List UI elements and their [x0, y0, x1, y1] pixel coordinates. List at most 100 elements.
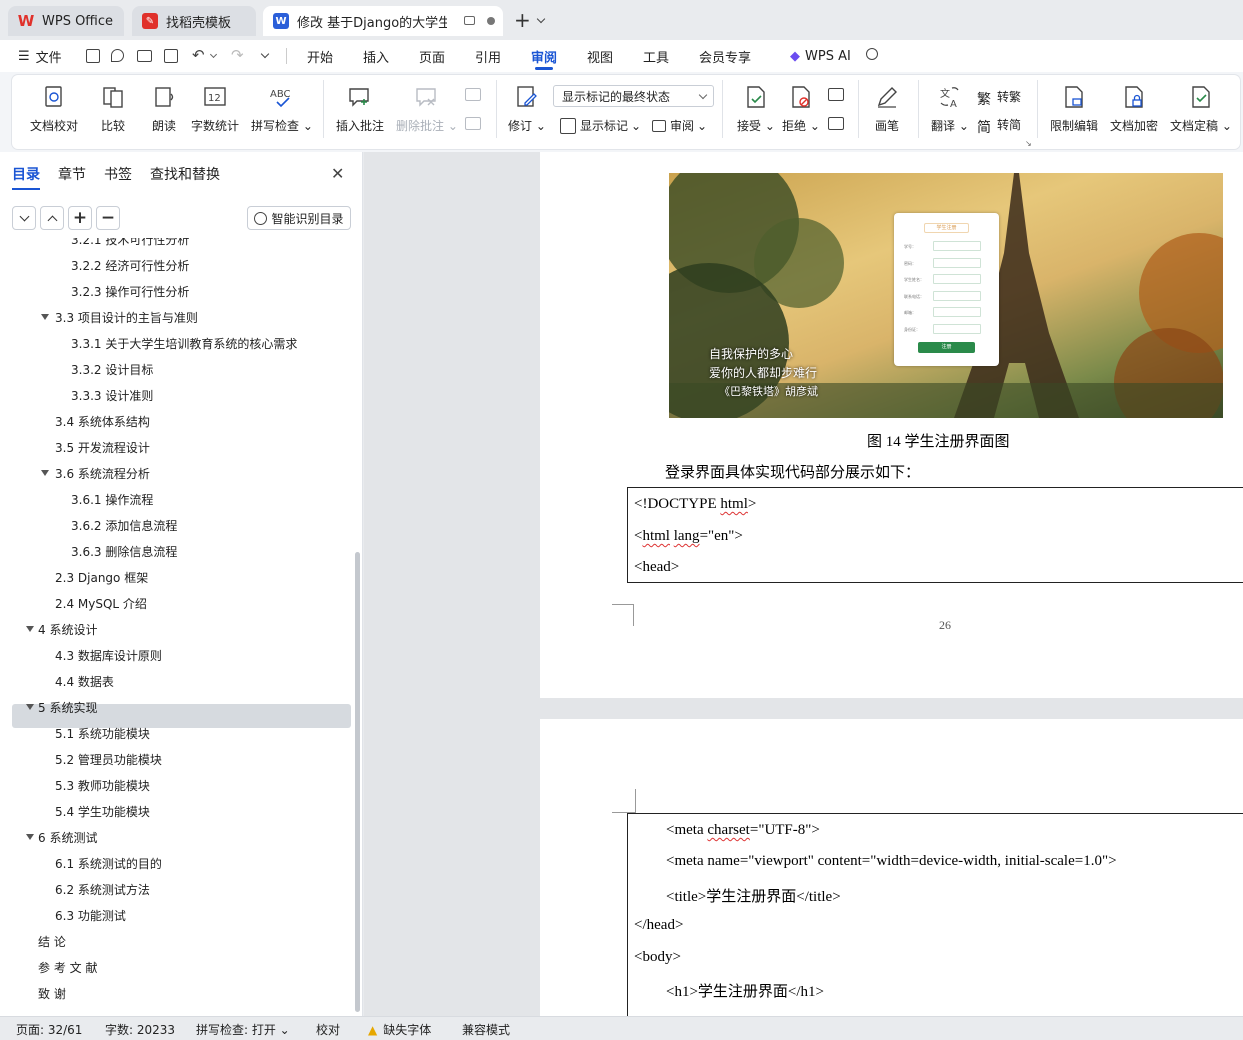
- expand-triangle-icon[interactable]: [26, 626, 34, 632]
- menu-member[interactable]: 会员专享: [699, 40, 751, 72]
- toc-item[interactable]: 5.1 系统功能模块: [0, 720, 350, 746]
- pen-button[interactable]: 画笔: [874, 84, 900, 134]
- toc-item[interactable]: 3.4 系统体系结构: [0, 408, 350, 434]
- toc-item[interactable]: 6.3 功能测试: [0, 902, 350, 928]
- encrypt-button[interactable]: 文档加密: [1110, 84, 1158, 134]
- next-change-icon[interactable]: [828, 117, 844, 130]
- spell-check-status[interactable]: 拼写检查: 打开 ⌄: [196, 1021, 290, 1038]
- toc-item[interactable]: 3.3.2 设计目标: [0, 356, 350, 382]
- menu-page[interactable]: 页面: [419, 40, 445, 72]
- toc-item[interactable]: 3.2.1 技术可行性分析: [0, 238, 350, 252]
- menu-view[interactable]: 视图: [587, 40, 613, 72]
- toc-item[interactable]: 结 论: [0, 928, 350, 954]
- toc-item[interactable]: 3.6 系统流程分析: [0, 460, 350, 486]
- tab-find-replace[interactable]: 查找和替换: [150, 164, 220, 184]
- expand-up-button[interactable]: [40, 206, 64, 230]
- wps-ai-button[interactable]: ◆ WPS AI: [790, 40, 851, 72]
- toc-item[interactable]: 6.1 系统测试的目的: [0, 850, 350, 876]
- expand-triangle-icon[interactable]: [41, 314, 49, 320]
- read-aloud-button[interactable]: 朗读: [151, 84, 177, 134]
- toc-item[interactable]: 3.6.2 添加信息流程: [0, 512, 350, 538]
- chevron-down-icon[interactable]: [536, 14, 546, 24]
- menu-review[interactable]: 审阅: [531, 40, 557, 72]
- restrict-edit-button[interactable]: 限制编辑: [1050, 84, 1098, 134]
- tab-docer[interactable]: ✎ 找稻壳模板: [132, 6, 256, 36]
- compare-button[interactable]: 比较: [100, 84, 126, 134]
- tab-document[interactable]: W 修改 基于Django的大学生培训: [263, 6, 503, 36]
- to-traditional-button[interactable]: 繁 转繁: [977, 88, 1021, 108]
- dialog-launcher-icon[interactable]: ↘: [1025, 139, 1032, 148]
- toc-item[interactable]: 3.2.3 操作可行性分析: [0, 278, 350, 304]
- finalize-button[interactable]: 文档定稿 ⌄: [1170, 84, 1232, 134]
- close-icon[interactable]: ✕: [331, 164, 344, 183]
- new-tab-button[interactable]: +: [514, 8, 531, 32]
- menu-home[interactable]: 开始: [307, 40, 333, 72]
- toc-item[interactable]: 4.3 数据库设计原则: [0, 642, 350, 668]
- proof-status[interactable]: 校对: [316, 1021, 340, 1038]
- word-count-button[interactable]: 12 字数统计: [191, 84, 239, 134]
- undo-icon[interactable]: ↶: [192, 46, 205, 64]
- tab-sections[interactable]: 章节: [58, 164, 86, 184]
- remove-heading-button[interactable]: −: [96, 206, 120, 230]
- tab-toc[interactable]: 目录: [12, 164, 40, 190]
- menu-insert[interactable]: 插入: [363, 40, 389, 72]
- share-icon[interactable]: [111, 49, 124, 62]
- track-changes-button[interactable]: 修订 ⌄: [508, 84, 546, 134]
- toc-item[interactable]: 5.4 学生功能模块: [0, 798, 350, 824]
- toc-item[interactable]: 5 系统实现: [0, 694, 350, 720]
- print-icon[interactable]: [137, 50, 152, 62]
- toc-item[interactable]: 3.3.3 设计准则: [0, 382, 350, 408]
- add-heading-button[interactable]: +: [68, 206, 92, 230]
- toc-item[interactable]: 3.2.2 经济可行性分析: [0, 252, 350, 278]
- prev-change-icon[interactable]: [828, 88, 844, 101]
- toc-item[interactable]: 4.4 数据表: [0, 668, 350, 694]
- save-icon[interactable]: [86, 49, 100, 63]
- toc-item[interactable]: 6.2 系统测试方法: [0, 876, 350, 902]
- show-markup-button[interactable]: 显示标记 ⌄: [560, 117, 641, 134]
- to-simplified-button[interactable]: 简 转简: [977, 116, 1021, 136]
- search-icon[interactable]: [866, 48, 878, 60]
- redo-icon[interactable]: ↷: [231, 46, 244, 64]
- toc-item[interactable]: 6 系统测试: [0, 824, 350, 850]
- translate-button[interactable]: 文A 翻译 ⌄: [931, 84, 969, 134]
- expand-triangle-icon[interactable]: [26, 834, 34, 840]
- file-menu[interactable]: ☰ 文件: [18, 40, 62, 72]
- toc-item[interactable]: 3.5 开发流程设计: [0, 434, 350, 460]
- print-preview-icon[interactable]: [164, 49, 178, 63]
- expand-triangle-icon[interactable]: [26, 704, 34, 710]
- menu-tools[interactable]: 工具: [643, 40, 669, 72]
- sidebar-scrollbar[interactable]: [355, 552, 360, 1012]
- unsaved-dot-icon[interactable]: [487, 17, 495, 25]
- expand-triangle-icon[interactable]: [41, 470, 49, 476]
- missing-font-status[interactable]: ▲ 缺失字体: [368, 1021, 431, 1038]
- toc-item[interactable]: 2.4 MySQL 介绍: [0, 590, 350, 616]
- tab-wps-office[interactable]: W WPS Office: [8, 6, 124, 36]
- toc-item[interactable]: 参 考 文 献: [0, 954, 350, 980]
- prev-comment-icon[interactable]: [465, 88, 481, 101]
- toc-item[interactable]: 3.6.3 删除信息流程: [0, 538, 350, 564]
- doc-check-button[interactable]: 文档校对: [30, 84, 78, 134]
- insert-comment-button[interactable]: 插入批注: [336, 84, 384, 134]
- toc-item[interactable]: 3.6.1 操作流程: [0, 486, 350, 512]
- toc-item[interactable]: 3.3.1 关于大学生培训教育系统的核心需求: [0, 330, 350, 356]
- next-comment-icon[interactable]: [465, 117, 481, 130]
- toc-item[interactable]: 3.3 项目设计的主旨与准则: [0, 304, 350, 330]
- collapse-all-button[interactable]: [12, 206, 36, 230]
- undo-dropdown-icon[interactable]: [209, 50, 218, 59]
- spell-check-button[interactable]: ABC 拼写检查 ⌄: [251, 84, 313, 134]
- toc-item[interactable]: 4 系统设计: [0, 616, 350, 642]
- page-indicator[interactable]: 页面: 32/61: [16, 1021, 82, 1038]
- toc-item[interactable]: 致 谢: [0, 980, 350, 1006]
- reject-button[interactable]: 拒绝 ⌄: [782, 84, 820, 134]
- toc-item[interactable]: 5.2 管理员功能模块: [0, 746, 350, 772]
- toc-item[interactable]: 5.3 教师功能模块: [0, 772, 350, 798]
- review-pane-button[interactable]: 审阅 ⌄: [652, 117, 707, 134]
- tab-bookmarks[interactable]: 书签: [104, 164, 132, 184]
- markup-state-select[interactable]: 显示标记的最终状态: [553, 85, 714, 107]
- accept-button[interactable]: 接受 ⌄: [737, 84, 775, 134]
- toc-item[interactable]: 2.3 Django 框架: [0, 564, 350, 590]
- delete-comment-button[interactable]: 删除批注 ⌄: [396, 84, 458, 134]
- smart-toc-button[interactable]: 智能识别目录: [247, 206, 351, 230]
- menu-references[interactable]: 引用: [475, 40, 501, 72]
- word-count-indicator[interactable]: 字数: 20233: [105, 1021, 175, 1038]
